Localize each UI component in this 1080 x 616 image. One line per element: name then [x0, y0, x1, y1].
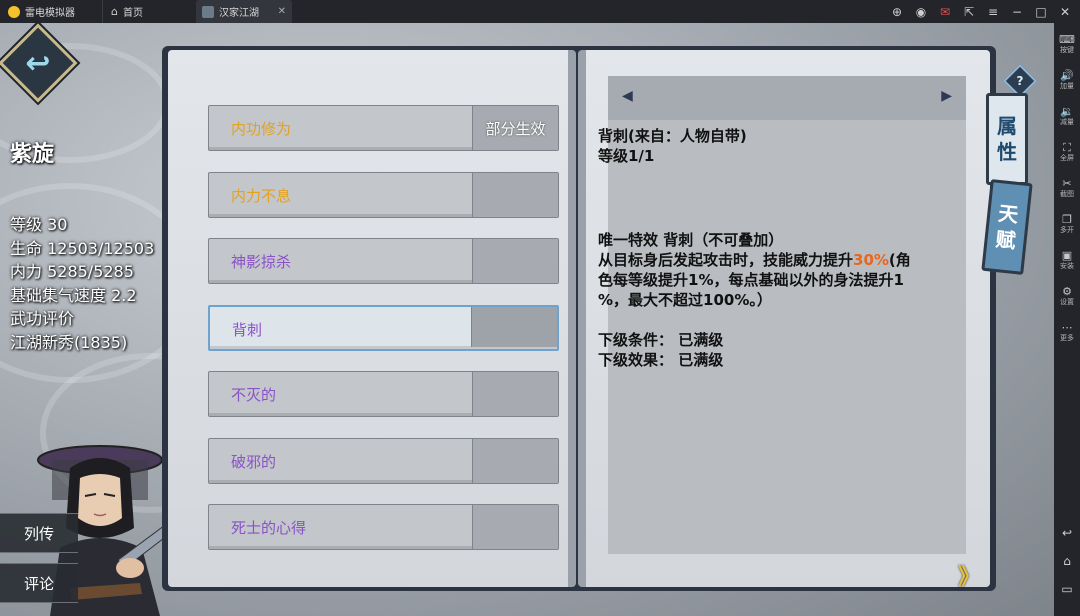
- detail-effect-line3: %，最大不超过100%。）: [598, 291, 772, 309]
- skill-row-beici[interactable]: 背刺: [208, 305, 559, 351]
- apk-install-icon: ▣: [1061, 249, 1073, 262]
- next-skill-arrow-icon[interactable]: ▶: [941, 88, 952, 104]
- skill-detail-text: 背刺(来自：人物自带) 等级1/1 唯一特效 背刺（不可叠加） 从目标身后发起攻…: [598, 126, 938, 370]
- biography-button[interactable]: 列传: [0, 513, 78, 553]
- skill-row-neigong[interactable]: 内功修为 部分生效: [208, 105, 559, 151]
- detail-level: 等级1/1: [598, 147, 655, 165]
- skill-status: [471, 307, 557, 347]
- skill-name: 内力不息: [231, 186, 292, 205]
- emulator-sidebar: ⌨ 按键 🔊 加量 🔉 减量 ⛶ 全屏 ✂ 截图 ❐ 多开 ▣ 安装 ⚙ 设置 …: [1054, 23, 1080, 616]
- skill-name: 内功修为: [231, 119, 292, 138]
- skill-row-neili[interactable]: 内力不息: [208, 172, 559, 218]
- game-screen: ↩ 紫旋 等级 30 生命 12503/12503 内力 5285/5285 基…: [0, 23, 1054, 616]
- fullscreen-icon: ⛶: [1063, 141, 1071, 154]
- app-logo-tab[interactable]: 雷电模拟器: [2, 0, 81, 23]
- skill-status: [472, 372, 558, 416]
- skill-status: [472, 173, 558, 217]
- skill-list-page: 内功修为 部分生效 内力不息 神影掠杀 背刺 不灭的 破邪的 死士的心得: [168, 50, 576, 587]
- skill-name: 不灭的: [231, 385, 277, 404]
- sidebar-item-install[interactable]: ▣ 安装: [1054, 249, 1080, 271]
- skill-row-shenying[interactable]: 神影掠杀: [208, 238, 559, 284]
- emulator-titlebar: 雷电模拟器 ⌂ 首页 汉家江湖 ✕ ⊕ ◉ ✉ ⇱ ≡ − □ ✕: [0, 0, 1080, 23]
- stat-skill-rating-value: 江湖新秀(1835): [10, 332, 128, 352]
- tab-attributes[interactable]: 属 性: [986, 93, 1028, 185]
- app-name: 雷电模拟器: [25, 8, 75, 19]
- stat-level: 等级 30: [10, 215, 68, 234]
- stat-charge-speed: 基础集气速度 2.2: [10, 285, 137, 305]
- sidebar-item-volume-down[interactable]: 🔉 减量: [1054, 105, 1080, 127]
- detail-effect-line2: 色每等级提升1%，每点基础以外的身法提升1: [598, 271, 904, 289]
- question-icon: ?: [1016, 74, 1024, 88]
- sidebar-item-keyboard[interactable]: ⌨ 按键: [1054, 33, 1080, 55]
- detail-title: 背刺(来自：人物自带): [598, 127, 747, 145]
- skill-name: 死士的心得: [231, 518, 307, 537]
- prev-skill-arrow-icon[interactable]: ◀: [622, 88, 633, 104]
- stat-mp: 内力 5285/5285: [10, 262, 134, 281]
- tab-talents[interactable]: 天 赋: [981, 179, 1033, 275]
- skill-detail-page: ◀ ▶ 背刺(来自：人物自带) 等级1/1 唯一特效 背刺（不可叠加） 从目标身…: [578, 50, 990, 587]
- back-arrow-icon: ↩: [25, 45, 51, 81]
- skill-row-bumie[interactable]: 不灭的: [208, 371, 559, 417]
- keyboard-icon: ⌨: [1059, 33, 1075, 46]
- gear-icon: ⚙: [1062, 285, 1072, 298]
- menu-icon[interactable]: ≡: [986, 5, 1000, 19]
- multi-open-icon: ❐: [1062, 213, 1072, 226]
- window-controls: ⊕ ◉ ✉ ⇱ ≡ − □ ✕: [890, 0, 1072, 23]
- character-name: 紫旋: [10, 142, 55, 167]
- stat-hp: 生命 12503/12503: [10, 238, 155, 258]
- skill-status: 部分生效: [472, 106, 558, 150]
- android-recent-icon[interactable]: ▭: [1054, 582, 1080, 596]
- close-tab-icon[interactable]: ✕: [278, 6, 286, 17]
- user-icon[interactable]: ◉: [914, 5, 928, 19]
- tab-game[interactable]: 汉家江湖 ✕: [196, 0, 292, 23]
- minimize-icon[interactable]: −: [1010, 5, 1024, 19]
- skill-name: 破邪的: [231, 452, 277, 471]
- skill-status: [472, 239, 558, 283]
- close-window-icon[interactable]: ✕: [1058, 5, 1072, 19]
- tab-home[interactable]: ⌂ 首页: [102, 0, 149, 23]
- talent-book: 内功修为 部分生效 内力不息 神影掠杀 背刺 不灭的 破邪的 死士的心得 ◀ ▶…: [162, 46, 996, 591]
- volume-up-icon: 🔊: [1060, 69, 1074, 82]
- skill-row-sishi[interactable]: 死士的心得: [208, 504, 559, 550]
- android-home-icon[interactable]: ⌂: [1054, 554, 1080, 568]
- next-page-chevron-icon[interactable]: 》: [958, 559, 980, 591]
- sidebar-item-more[interactable]: ⋯ 更多: [1054, 321, 1080, 343]
- tab-home-label: 首页: [122, 8, 143, 19]
- mail-icon[interactable]: ✉: [938, 5, 952, 19]
- gamepad-icon[interactable]: ⊕: [890, 5, 904, 19]
- effect-highlight-value: 30%: [853, 251, 889, 269]
- share-icon[interactable]: ⇱: [962, 5, 976, 19]
- scissors-icon: ✂: [1062, 177, 1072, 190]
- comment-button[interactable]: 评论: [0, 563, 78, 603]
- more-icon: ⋯: [1061, 321, 1073, 334]
- skill-name: 背刺: [232, 320, 263, 339]
- detail-effect-line1: 从目标身后发起攻击时，技能威力提升30%(角: [598, 251, 911, 269]
- volume-down-icon: 🔉: [1060, 105, 1074, 118]
- detail-next-condition: 下级条件： 已满级: [598, 331, 724, 349]
- detail-next-effect: 下级效果： 已满级: [598, 351, 724, 369]
- skill-name: 神影掠杀: [231, 252, 292, 271]
- character-stats: 等级 30 生命 12503/12503 内力 5285/5285 基础集气速度…: [10, 213, 154, 354]
- skill-row-poxie[interactable]: 破邪的: [208, 438, 559, 484]
- sidebar-item-fullscreen[interactable]: ⛶ 全屏: [1054, 141, 1080, 163]
- game-thumbnail-icon: [202, 5, 214, 18]
- sidebar-item-settings[interactable]: ⚙ 设置: [1054, 285, 1080, 307]
- sidebar-item-volume-up[interactable]: 🔊 加量: [1054, 69, 1080, 91]
- detail-effect-title: 唯一特效 背刺（不可叠加）: [598, 231, 784, 249]
- detail-nav-bar: ◀ ▶: [608, 76, 966, 120]
- skill-status: [472, 505, 558, 549]
- tab-game-label: 汉家江湖: [219, 8, 259, 19]
- android-back-icon[interactable]: ↩: [1054, 526, 1080, 540]
- maximize-icon[interactable]: □: [1034, 5, 1048, 19]
- skill-status: [472, 439, 558, 483]
- home-icon: ⌂: [111, 5, 118, 18]
- app-logo-icon: [8, 5, 20, 18]
- stat-skill-rating-label: 武功评价: [10, 309, 75, 328]
- sidebar-item-screenshot[interactable]: ✂ 截图: [1054, 177, 1080, 199]
- sidebar-item-multi-open[interactable]: ❐ 多开: [1054, 213, 1080, 235]
